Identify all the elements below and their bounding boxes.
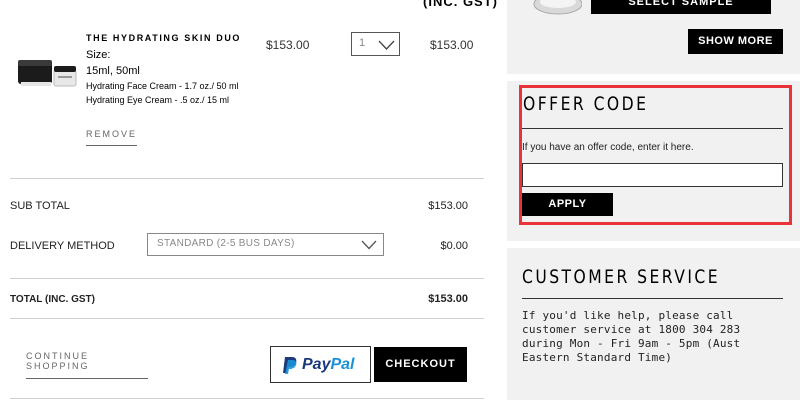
total-label: TOTAL (INC. GST) — [10, 294, 95, 305]
total-value: $153.00 — [428, 293, 468, 305]
subtotal-value: $153.00 — [428, 200, 468, 212]
customer-service-text: If you'd like help, please call — [522, 309, 734, 322]
sidebar-separator — [507, 241, 800, 248]
product-name[interactable]: THE HYDRATING SKIN DUO — [86, 33, 241, 43]
offer-code-hint: If you have an offer code, enter it here… — [522, 142, 694, 153]
skincare-jars-image — [18, 60, 77, 87]
paypal-wordmark: PayPal — [302, 356, 355, 373]
offer-code-title: OFFER CODE — [523, 93, 649, 115]
cart-divider — [10, 178, 484, 179]
delivery-method-value: STANDARD (2-5 BUS DAYS) — [157, 238, 295, 249]
product-size-label: Size: — [86, 49, 111, 61]
delivery-method-select[interactable]: STANDARD (2-5 BUS DAYS) — [147, 233, 384, 256]
select-sample-button[interactable]: SELECT SAMPLE — [591, 0, 771, 14]
show-more-button[interactable]: SHOW MORE — [688, 29, 783, 54]
subtotal-label: SUB TOTAL — [10, 200, 70, 212]
customer-service-rule — [522, 298, 783, 299]
continue-shopping-link[interactable]: CONTINUE SHOPPING — [26, 351, 148, 379]
delivery-method-label: DELIVERY METHOD — [10, 240, 115, 252]
paypal-logo-icon — [283, 357, 297, 374]
sidebar-separator — [507, 74, 800, 81]
customer-service-text: during Mon - Fri 9am - 5pm (Aust — [522, 337, 741, 350]
product-detail-eye-cream: Hydrating Eye Cream - .5 oz./ 15 ml — [86, 95, 230, 105]
checkout-button[interactable]: CHECKOUT — [374, 347, 467, 382]
summary-divider — [10, 278, 484, 279]
quantity-select[interactable]: 1 — [351, 32, 400, 56]
footer-divider — [10, 398, 484, 399]
quantity-value: 1 — [359, 37, 366, 49]
apply-offer-button[interactable]: APPLY — [522, 193, 613, 216]
line-total: $153.00 — [430, 38, 474, 52]
remove-item-link[interactable]: REMOVE — [86, 129, 137, 146]
chevron-down-icon — [361, 240, 377, 250]
customer-service-text: Eastern Standard Time) — [522, 351, 673, 364]
product-size-value: 15ml, 50ml — [86, 65, 140, 77]
price-column-header: (INC. GST) — [423, 0, 498, 9]
paypal-button[interactable]: PayPal — [270, 346, 371, 383]
sample-product-image — [533, 0, 582, 15]
offer-code-rule — [522, 128, 783, 129]
total-divider — [10, 318, 484, 319]
offer-code-input[interactable] — [522, 163, 783, 187]
product-detail-face-cream: Hydrating Face Cream - 1.7 oz./ 50 ml — [86, 81, 239, 91]
chevron-down-icon — [378, 40, 395, 50]
unit-price: $153.00 — [266, 38, 310, 52]
delivery-cost: $0.00 — [440, 240, 468, 252]
customer-service-title: CUSTOMER SERVICE — [522, 266, 721, 288]
customer-service-text: customer service at 1800 304 283 — [522, 323, 741, 336]
